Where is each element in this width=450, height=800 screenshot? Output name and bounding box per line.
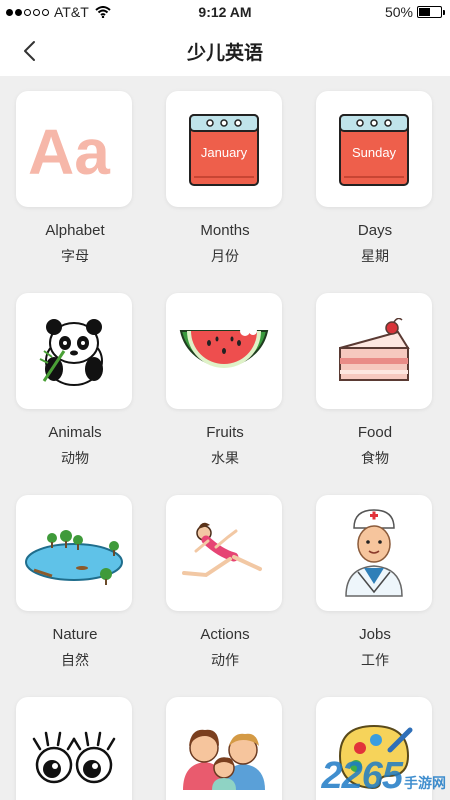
watermelon-icon [179, 326, 269, 368]
watermark-text: 手游网 [404, 775, 446, 791]
category-label-en: Days [357, 222, 393, 239]
category-label-cn: 水果 [211, 450, 239, 466]
watermark: 2265 手游网 [321, 755, 446, 798]
calendar-icon: January [189, 114, 259, 186]
svg-text:Aa: Aa [28, 116, 110, 184]
category-animals[interactable]: Animals 动物 [0, 278, 150, 478]
svg-text:January: January [201, 145, 248, 160]
category-tile[interactable]: January [166, 91, 282, 207]
status-bar: AT&T 9:12 AM 50% [0, 0, 450, 24]
category-tile[interactable] [316, 293, 432, 409]
watermark-number: 2265 [321, 755, 403, 797]
category-label-cn: 自然 [61, 652, 89, 668]
alphabet-icon: Aa [28, 116, 110, 184]
gymnast-icon [182, 522, 262, 578]
status-time: 9:12 AM [198, 4, 252, 20]
category-label-cn: 字母 [61, 248, 89, 264]
category-label-en: Actions [200, 626, 250, 643]
category-nature[interactable]: Nature 自然 [0, 480, 150, 680]
category-tile[interactable] [16, 293, 132, 409]
battery-percent: 50% [384, 4, 413, 20]
category-tile[interactable] [16, 697, 132, 800]
status-right: 50% [384, 4, 445, 20]
category-label-cn: 动物 [61, 450, 89, 466]
category-months[interactable]: January Months 月份 [150, 76, 300, 276]
category-fruits[interactable]: Fruits 水果 [150, 278, 300, 478]
category-actions[interactable]: Actions 动作 [150, 480, 300, 680]
category-label-en: Animals [48, 424, 102, 441]
category-tile[interactable] [166, 293, 282, 409]
category-label-en: Alphabet [45, 222, 105, 239]
category-jobs[interactable]: Jobs 工作 [300, 480, 450, 680]
category-label-cn: 星期 [361, 248, 389, 264]
category-body[interactable] [0, 682, 150, 800]
battery-fill [419, 8, 430, 16]
category-tile[interactable] [166, 697, 282, 800]
category-alphabet[interactable]: Aa Alphabet 字母 [0, 76, 150, 276]
category-label-en: Fruits [206, 424, 244, 441]
category-label-cn: 食物 [361, 450, 389, 466]
category-label-en: Jobs [359, 626, 391, 643]
category-tile[interactable] [316, 495, 432, 611]
category-label-cn: 动作 [211, 652, 239, 668]
category-tile[interactable] [166, 495, 282, 611]
category-tile[interactable]: Sunday [316, 91, 432, 207]
page-title: 少儿英语 [186, 43, 263, 64]
calendar-icon: Sunday [339, 114, 409, 186]
doctor-icon [345, 509, 403, 597]
cake-icon [339, 318, 410, 381]
category-label-cn: 月份 [211, 248, 239, 264]
svg-text:Sunday: Sunday [352, 145, 397, 160]
category-days[interactable]: Sunday Days 星期 [300, 76, 450, 276]
category-label-en: Nature [52, 626, 98, 643]
category-label-en: Months [200, 222, 250, 239]
category-food[interactable]: Food 食物 [300, 278, 450, 478]
category-grid: Aa Alphabet 字母 January Months 月份 Sunday … [0, 76, 450, 800]
panda-icon [39, 319, 103, 386]
eyes-icon [32, 731, 116, 784]
category-tile[interactable] [16, 495, 132, 611]
category-tile[interactable]: Aa [16, 91, 132, 207]
nav-bar: 少儿英语 [0, 24, 450, 76]
category-family[interactable] [150, 682, 300, 800]
category-label-en: Food [357, 424, 393, 441]
family-icon [183, 729, 265, 790]
category-label-cn: 工作 [361, 652, 389, 668]
battery-icon [417, 6, 445, 18]
lake-icon [25, 530, 123, 585]
